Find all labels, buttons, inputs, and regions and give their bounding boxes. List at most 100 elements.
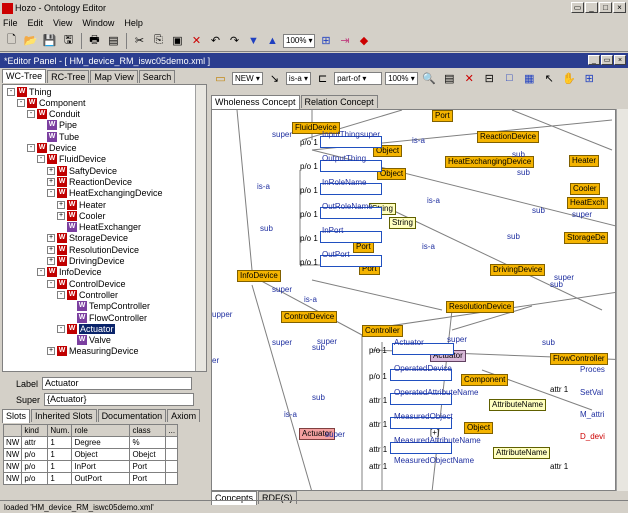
- concept-node[interactable]: Component: [461, 374, 509, 386]
- tab-inherited-slots[interactable]: Inherited Slots: [31, 409, 97, 422]
- collapse-icon[interactable]: -: [37, 268, 45, 277]
- expand-icon[interactable]: +: [47, 166, 55, 175]
- tree-scrollbar[interactable]: [195, 85, 206, 371]
- concept-node[interactable]: Heater: [569, 155, 600, 167]
- collapse-icon[interactable]: -: [7, 87, 15, 96]
- tree-node[interactable]: W Tube: [37, 131, 79, 142]
- down-arrow-icon[interactable]: ▼: [245, 32, 262, 49]
- tree-node[interactable]: - W Actuator: [57, 323, 115, 334]
- tree-node[interactable]: - W FluidDevice: [37, 154, 106, 165]
- copy-icon[interactable]: ⎘: [150, 32, 167, 49]
- tree-node[interactable]: - W InfoDevice: [37, 267, 102, 278]
- collapse-icon[interactable]: -: [47, 189, 55, 198]
- concept-node[interactable]: ResolutionDevice: [446, 301, 515, 313]
- up-arrow-icon[interactable]: ▲: [264, 32, 281, 49]
- maximize-button[interactable]: □: [599, 2, 612, 13]
- expand-icon[interactable]: +: [47, 347, 55, 356]
- tree-node[interactable]: W Valve: [67, 335, 111, 346]
- restore-icon[interactable]: ▭: [571, 2, 584, 13]
- tree-node[interactable]: + W Heater: [57, 199, 106, 210]
- find-icon[interactable]: 🔍: [421, 70, 438, 87]
- panel-restore-button[interactable]: ▭: [601, 55, 613, 65]
- pointer-icon[interactable]: ↖: [541, 70, 558, 87]
- tree-node[interactable]: - W Controller: [57, 289, 118, 300]
- close-button[interactable]: ×: [613, 2, 626, 13]
- table-row[interactable]: NW p/o 1 OutPort Port: [2, 472, 179, 485]
- menu-help[interactable]: Help: [124, 18, 143, 28]
- hand-icon[interactable]: ✋: [561, 70, 578, 87]
- table-row[interactable]: NW p/o 1 InPort Port: [2, 460, 179, 473]
- zoom-select[interactable]: 100% ▾: [283, 33, 316, 48]
- tree-node[interactable]: W HeatExchanger: [57, 222, 141, 233]
- partof-link-icon[interactable]: ⊏: [314, 70, 331, 87]
- ontology-canvas[interactable]: Port FluidDevice ReactionDevice Object HeatE…: [211, 109, 616, 491]
- concept-node[interactable]: DrivingDevice: [490, 264, 546, 276]
- concept-node[interactable]: HeatExch: [567, 197, 608, 209]
- delete-icon[interactable]: ✕: [188, 32, 205, 49]
- frame-icon[interactable]: □: [501, 70, 518, 87]
- concept-node[interactable]: Cooler: [570, 183, 600, 195]
- redo-icon[interactable]: ↷: [226, 32, 243, 49]
- canvas-zoom-select[interactable]: 100% ▾: [385, 71, 418, 85]
- expand-icon[interactable]: +: [57, 200, 65, 209]
- concept-node[interactable]: AttributeName: [489, 399, 547, 411]
- expand-icon[interactable]: +: [47, 234, 55, 243]
- tree-node[interactable]: W Pipe: [37, 120, 77, 131]
- tab-search[interactable]: Search: [138, 70, 176, 83]
- cut-icon[interactable]: ✂: [131, 32, 148, 49]
- open-folder-icon[interactable]: 📂: [22, 32, 39, 49]
- tree-node[interactable]: - W ControlDevice: [47, 278, 126, 289]
- concept-node[interactable]: ControlDevice: [281, 311, 338, 323]
- concept-node[interactable]: FlowController: [550, 353, 608, 365]
- collapse-icon[interactable]: -: [57, 324, 65, 333]
- expand-icon[interactable]: +: [47, 177, 55, 186]
- grid-icon[interactable]: ▦: [521, 70, 538, 87]
- book-icon[interactable]: ◆: [355, 32, 372, 49]
- collapse-icon[interactable]: -: [37, 155, 45, 164]
- menu-edit[interactable]: Edit: [28, 18, 44, 28]
- tree-node[interactable]: - W Thing: [7, 86, 52, 97]
- menu-view[interactable]: View: [53, 18, 72, 28]
- isa-dropdown[interactable]: is-a ▾: [285, 71, 312, 85]
- tree-node[interactable]: - W Conduit: [27, 109, 80, 120]
- tree-node[interactable]: - W Component: [17, 97, 86, 108]
- collapse-icon[interactable]: -: [17, 98, 25, 107]
- tree-node[interactable]: W TempController: [67, 301, 150, 312]
- tab-slots[interactable]: Slots: [2, 409, 31, 423]
- concept-node[interactable]: Controller: [362, 325, 403, 337]
- isa-link-icon[interactable]: ↘: [266, 70, 283, 87]
- node-icon[interactable]: ▭: [212, 70, 229, 87]
- expand-icon[interactable]: +: [47, 245, 55, 254]
- concept-node[interactable]: Port: [432, 110, 453, 122]
- canvas-scrollbar[interactable]: [616, 109, 628, 491]
- tab-wc-tree[interactable]: WC-Tree: [2, 69, 47, 83]
- save-icon[interactable]: 💾: [41, 32, 58, 49]
- paste-icon[interactable]: ▣: [169, 32, 186, 49]
- super-field[interactable]: {Actuator}: [44, 393, 195, 406]
- tree-node[interactable]: + W MeasuringDevice: [47, 346, 139, 357]
- concept-node[interactable]: StorageDe: [564, 232, 609, 244]
- tree-node[interactable]: + W StorageDevice: [47, 233, 128, 244]
- tree-node[interactable]: + W Cooler: [57, 210, 106, 221]
- tree-node[interactable]: + W ReactionDevice: [47, 176, 132, 187]
- collapse-icon[interactable]: -: [27, 110, 35, 119]
- menu-file[interactable]: File: [3, 18, 18, 28]
- delete-node-icon[interactable]: ✕: [461, 70, 478, 87]
- tab-wholeness-concept[interactable]: Wholeness Concept: [211, 95, 300, 109]
- partof-dropdown[interactable]: part-of ▾: [334, 71, 383, 85]
- tree-node[interactable]: - W Device: [27, 143, 77, 154]
- tree-node[interactable]: + W ResolutionDevice: [47, 244, 139, 255]
- panel-close-button[interactable]: ×: [614, 55, 626, 65]
- menu-window[interactable]: Window: [82, 18, 114, 28]
- expand-icon[interactable]: +: [57, 211, 65, 220]
- tree-node[interactable]: W FlowController: [67, 312, 147, 323]
- concept-node[interactable]: String: [389, 217, 416, 229]
- tree-node[interactable]: + W DrivingDevice: [47, 256, 125, 267]
- layout-icon[interactable]: ⊞: [581, 70, 598, 87]
- save-as-icon[interactable]: 🖫: [60, 32, 77, 49]
- table-row[interactable]: NW p/o 1 Object Obejct: [2, 448, 179, 461]
- new-file-icon[interactable]: 🗋: [3, 32, 20, 49]
- minimize-button[interactable]: _: [585, 2, 598, 13]
- concept-node[interactable]: ReactionDevice: [477, 131, 540, 143]
- tab-rc-tree[interactable]: RC-Tree: [47, 70, 90, 83]
